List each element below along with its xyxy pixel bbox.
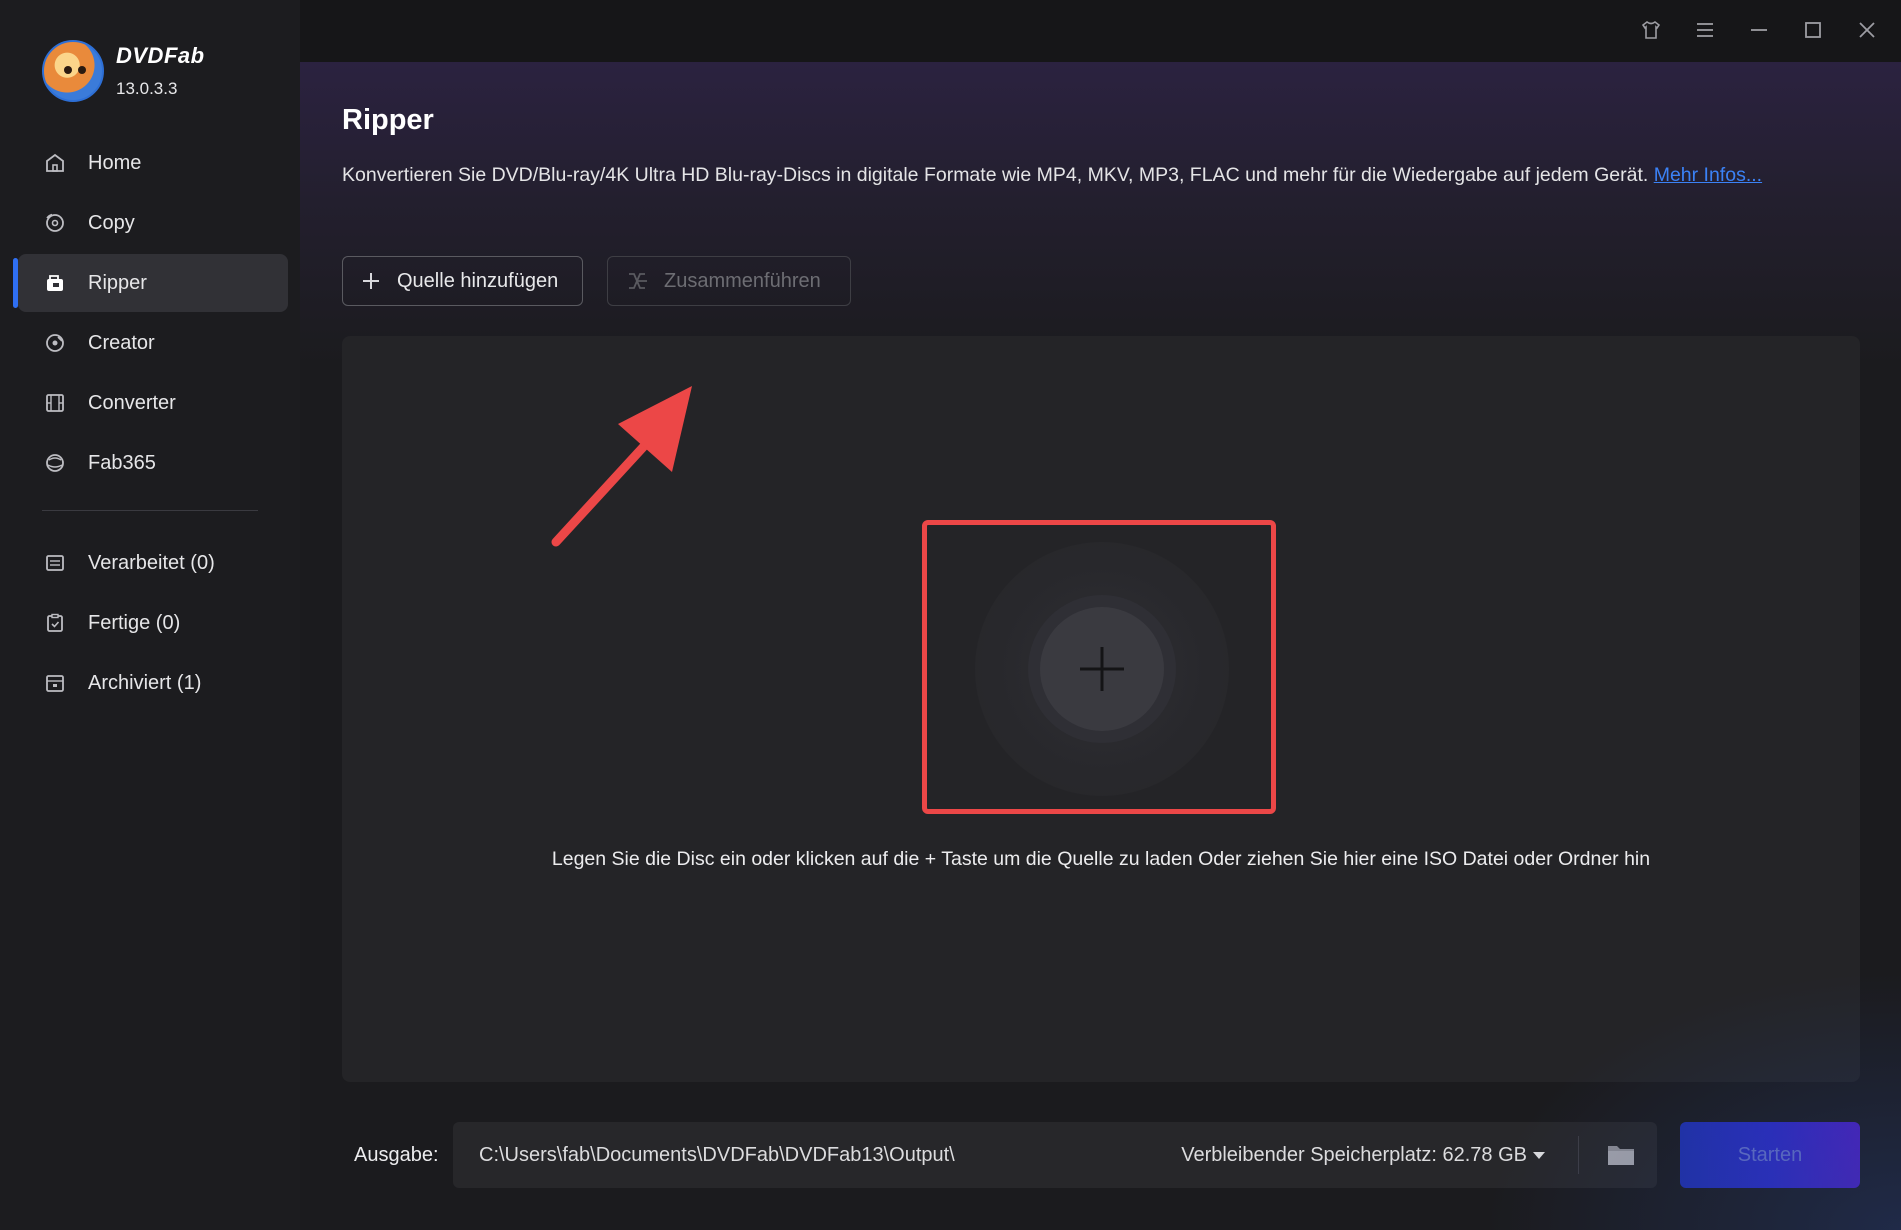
sidebar-item-label: Archiviert (1)	[88, 671, 202, 694]
sidebar-item-label: Ripper	[88, 271, 147, 294]
archive-icon	[44, 672, 66, 694]
caret-down-icon	[1533, 1152, 1545, 1159]
page-title: Ripper	[342, 104, 434, 136]
folder-icon	[1608, 1146, 1634, 1165]
skin-button[interactable]	[1635, 14, 1667, 46]
output-label: Ausgabe:	[354, 1144, 439, 1166]
shirt-icon	[1641, 21, 1661, 39]
brand-version: 13.0.3.3	[116, 79, 178, 98]
dvdfab-logo-icon	[42, 40, 104, 102]
sidebar-item-copy[interactable]: Copy	[18, 194, 288, 252]
load-source-area	[922, 520, 1276, 814]
page-description: Konvertieren Sie DVD/Blu-ray/4K Ultra HD…	[342, 162, 1822, 188]
merge-icon	[626, 271, 648, 291]
sidebar-item-label: Creator	[88, 331, 155, 354]
output-bar: C:\Users\fab\Documents\DVDFab\DVDFab13\O…	[453, 1122, 1657, 1188]
merge-button[interactable]: Zusammenführen	[607, 256, 851, 306]
copy-disc-icon	[44, 212, 66, 234]
menu-icon	[1697, 23, 1713, 37]
main-nav: Home Copy Ripper Creator Converter Fab36…	[13, 134, 288, 494]
brand: DVDFab 13.0.3.3	[42, 40, 205, 102]
main-panel: Ripper Konvertieren Sie DVD/Blu-ray/4K U…	[300, 62, 1901, 1230]
sidebar-item-creator[interactable]: Creator	[18, 314, 288, 372]
description-text: Konvertieren Sie DVD/Blu-ray/4K Ultra HD…	[342, 164, 1649, 186]
ripper-icon	[44, 272, 66, 294]
sidebar-divider	[42, 510, 258, 511]
queue-nav: Verarbeitet (0) Fertige (0) Archiviert (…	[18, 534, 288, 714]
sidebar-item-label: Verarbeitet (0)	[88, 551, 215, 574]
drop-hint-text: Legen Sie die Disc ein oder klicken auf …	[551, 848, 1651, 870]
creator-disc-icon	[44, 332, 66, 354]
fab365-icon	[44, 452, 66, 474]
start-button[interactable]: Starten	[1680, 1122, 1860, 1188]
brand-name: DVDFab	[116, 43, 205, 68]
browse-folder-button[interactable]	[1603, 1138, 1639, 1172]
maximize-button[interactable]	[1797, 14, 1829, 46]
close-icon	[1859, 22, 1875, 38]
highlight-box	[922, 520, 1276, 814]
free-space-text: Verbleibender Speicherplatz: 62.78 GB	[1181, 1144, 1527, 1166]
list-icon	[44, 552, 66, 574]
sidebar-item-finished[interactable]: Fertige (0)	[18, 594, 288, 652]
sidebar-item-ripper[interactable]: Ripper	[13, 254, 288, 312]
maximize-icon	[1805, 22, 1821, 38]
film-icon	[44, 392, 66, 414]
sidebar-item-label: Fertige (0)	[88, 611, 181, 634]
title-bar	[300, 0, 1901, 62]
sidebar-item-converter[interactable]: Converter	[18, 374, 288, 432]
add-source-button[interactable]: Quelle hinzufügen	[342, 256, 583, 306]
more-info-link[interactable]: Mehr Infos...	[1654, 164, 1762, 186]
sidebar-item-label: Fab365	[88, 451, 156, 474]
sidebar-item-processing[interactable]: Verarbeitet (0)	[18, 534, 288, 592]
home-icon	[44, 152, 66, 174]
sidebar-item-label: Home	[88, 151, 142, 174]
add-source-label: Quelle hinzufügen	[397, 269, 559, 292]
output-separator	[1578, 1136, 1579, 1174]
red-arrow-annotation	[551, 386, 692, 547]
plus-icon	[361, 271, 381, 291]
sidebar-item-fab365[interactable]: Fab365	[18, 434, 288, 492]
sidebar-item-label: Copy	[88, 211, 135, 234]
sidebar-item-home[interactable]: Home	[18, 134, 288, 192]
close-button[interactable]	[1851, 14, 1883, 46]
minimize-button[interactable]	[1743, 14, 1775, 46]
clipboard-check-icon	[44, 612, 66, 634]
minimize-icon	[1751, 29, 1767, 31]
output-path[interactable]: C:\Users\fab\Documents\DVDFab\DVDFab13\O…	[479, 1144, 955, 1167]
merge-label: Zusammenführen	[664, 269, 821, 292]
sidebar: DVDFab 13.0.3.3 Home Copy Ripper Creator…	[0, 0, 300, 1230]
sidebar-item-label: Converter	[88, 391, 176, 414]
sidebar-item-archived[interactable]: Archiviert (1)	[18, 654, 288, 712]
free-space-dropdown[interactable]: Verbleibender Speicherplatz: 62.78 GB	[1181, 1144, 1545, 1167]
menu-button[interactable]	[1689, 14, 1721, 46]
